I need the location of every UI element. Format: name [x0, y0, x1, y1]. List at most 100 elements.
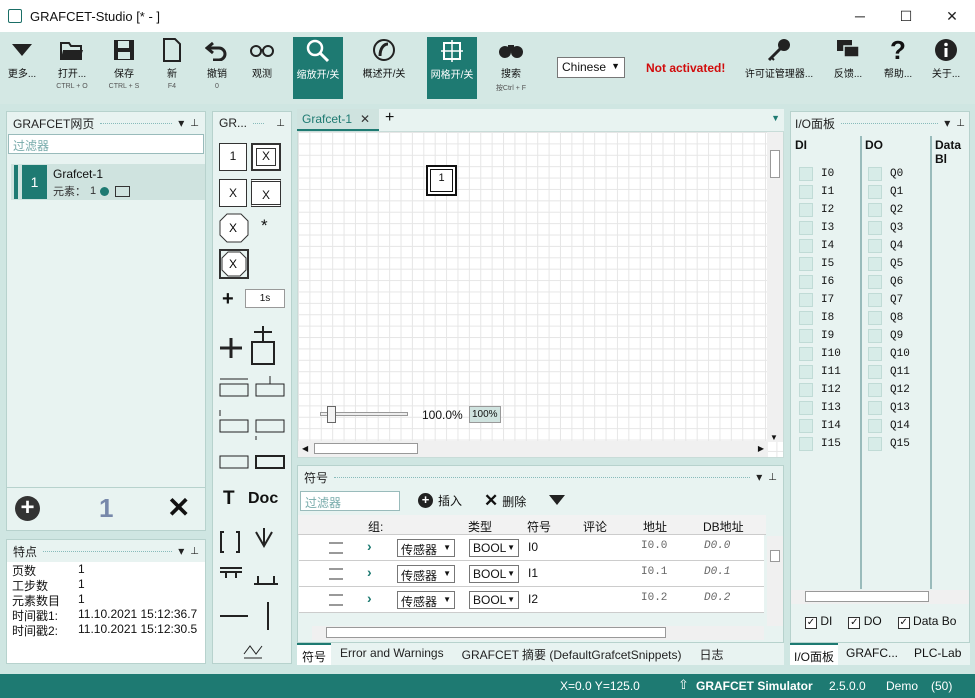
grafcet-canvas[interactable]: 1 100.0% 100% ▼ ◀ ▶: [297, 131, 784, 458]
column-header[interactable]: 符号: [527, 518, 551, 535]
db-address-cell[interactable]: D0.2: [704, 592, 730, 604]
io-indicator[interactable]: [799, 275, 813, 289]
io-indicator[interactable]: [799, 167, 813, 181]
do-item[interactable]: Q8: [868, 309, 910, 327]
page-list-item[interactable]: 1 Grafcet-1 元素： 1: [11, 164, 205, 200]
canvas-hscrollbar[interactable]: ◀ ▶: [298, 441, 768, 457]
group-select[interactable]: 传感器 ▼: [397, 591, 455, 609]
io-indicator[interactable]: [868, 383, 882, 397]
symbols-hscrollbar[interactable]: [312, 626, 764, 640]
right-tab[interactable]: I/O面板: [790, 643, 839, 665]
right-tab[interactable]: PLC-Lab: [906, 643, 969, 665]
minimize-button[interactable]: ─: [837, 0, 883, 32]
symbol-row[interactable]: › 传感器 ▼ BOOL ▼ I2 I0.2 D0.2: [299, 587, 764, 613]
io-indicator[interactable]: [799, 185, 813, 199]
symbol-cell[interactable]: I1: [528, 566, 538, 580]
io-indicator[interactable]: [868, 347, 882, 361]
do-item[interactable]: Q1: [868, 183, 910, 201]
group-select[interactable]: 传感器 ▼: [397, 565, 455, 583]
di-item[interactable]: I13: [799, 399, 841, 417]
address-cell[interactable]: I0.0: [641, 540, 667, 552]
chevron-down-icon[interactable]: ▾: [944, 116, 950, 130]
do-item[interactable]: Q13: [868, 399, 910, 417]
open-button[interactable]: 打开... CTRL + O: [44, 36, 100, 90]
plus-icon[interactable]: +: [222, 288, 234, 311]
address-cell[interactable]: I0.1: [641, 566, 667, 578]
time-input[interactable]: 1s: [245, 289, 285, 308]
db-address-cell[interactable]: D0.0: [704, 540, 730, 552]
di-item[interactable]: I6: [799, 273, 841, 291]
insert-symbol-button[interactable]: + 插入: [418, 492, 462, 509]
canvas-vscrollbar[interactable]: ▼: [767, 132, 783, 442]
io-indicator[interactable]: [868, 239, 882, 253]
do-item[interactable]: Q4: [868, 237, 910, 255]
tab-grafcet-1[interactable]: Grafcet-1 ✕: [297, 109, 379, 131]
do-item[interactable]: Q12: [868, 381, 910, 399]
di-item[interactable]: I9: [799, 327, 841, 345]
do-item[interactable]: Q10: [868, 345, 910, 363]
io-indicator[interactable]: [868, 275, 882, 289]
delete-symbol-button[interactable]: ✕ 删除: [484, 491, 526, 511]
chevron-down-icon[interactable]: ▾: [178, 116, 184, 130]
row-handle-icon[interactable]: [329, 568, 343, 580]
di-item[interactable]: I0: [799, 165, 841, 183]
bottom-tab[interactable]: 日志: [690, 643, 732, 665]
di-item[interactable]: I2: [799, 201, 841, 219]
do-item[interactable]: Q7: [868, 291, 910, 309]
symbol-row[interactable]: › 传感器 ▼ BOOL ▼ I0 I0.0 D0.0: [299, 535, 764, 561]
more-dropdown-icon[interactable]: [548, 494, 566, 509]
type-select[interactable]: BOOL ▼: [469, 565, 519, 583]
column-header[interactable]: DB地址: [703, 518, 744, 535]
zoom-slider-thumb[interactable]: [327, 406, 336, 423]
grid-toggle-button[interactable]: 网格开/关: [427, 37, 477, 99]
palette-step-octagon[interactable]: X: [219, 213, 249, 243]
chevron-down-icon[interactable]: ▾: [756, 470, 762, 484]
column-header[interactable]: 地址: [643, 518, 667, 535]
io-indicator[interactable]: [868, 419, 882, 433]
di-checkbox[interactable]: ✓ DI: [805, 614, 832, 629]
io-indicator[interactable]: [868, 365, 882, 379]
io-indicator[interactable]: [868, 401, 882, 415]
io-indicator[interactable]: [868, 329, 882, 343]
palette-macro-step[interactable]: X: [219, 179, 247, 207]
symbol-cell[interactable]: I0: [528, 540, 538, 554]
io-indicator[interactable]: [799, 239, 813, 253]
io-indicator[interactable]: [868, 185, 882, 199]
maximize-button[interactable]: ☐: [883, 0, 929, 32]
io-indicator[interactable]: [799, 329, 813, 343]
right-tab[interactable]: GRAFC...: [838, 643, 906, 665]
expand-chevron-icon[interactable]: ›: [367, 590, 372, 606]
palette-branches[interactable]: [218, 376, 288, 479]
do-item[interactable]: Q9: [868, 327, 910, 345]
palette-initial-step[interactable]: X: [251, 143, 281, 171]
column-header[interactable]: 评论: [583, 518, 607, 535]
io-indicator[interactable]: [799, 347, 813, 361]
di-item[interactable]: I4: [799, 237, 841, 255]
search-button[interactable]: 搜索 按Ctrl + F: [483, 36, 539, 93]
do-item[interactable]: Q0: [868, 165, 910, 183]
io-indicator[interactable]: [799, 293, 813, 307]
close-button[interactable]: ✕: [929, 0, 975, 32]
do-item[interactable]: Q14: [868, 417, 910, 435]
overview-toggle-button[interactable]: 概述开/关: [356, 36, 412, 80]
di-item[interactable]: I7: [799, 291, 841, 309]
expand-chevron-icon[interactable]: ›: [367, 538, 372, 554]
license-manager-button[interactable]: 许可证管理器...: [745, 36, 813, 80]
add-tab-button[interactable]: +: [385, 109, 394, 127]
chevron-down-icon[interactable]: ▾: [178, 544, 184, 558]
di-item[interactable]: I5: [799, 255, 841, 273]
delete-page-button[interactable]: ✕: [167, 491, 190, 524]
symbol-cell[interactable]: I2: [528, 592, 538, 606]
doc-tool[interactable]: Doc: [248, 490, 278, 508]
do-checkbox[interactable]: ✓ DO: [848, 614, 882, 629]
pin-icon[interactable]: ⊥: [276, 118, 285, 129]
address-cell[interactable]: I0.2: [641, 592, 667, 604]
di-item[interactable]: I3: [799, 219, 841, 237]
do-item[interactable]: Q5: [868, 255, 910, 273]
pages-filter-input[interactable]: 过滤器: [8, 134, 204, 154]
io-indicator[interactable]: [799, 203, 813, 217]
palette-transition[interactable]: [218, 324, 284, 371]
di-item[interactable]: I14: [799, 417, 841, 435]
io-indicator[interactable]: [868, 167, 882, 181]
di-item[interactable]: I10: [799, 345, 841, 363]
